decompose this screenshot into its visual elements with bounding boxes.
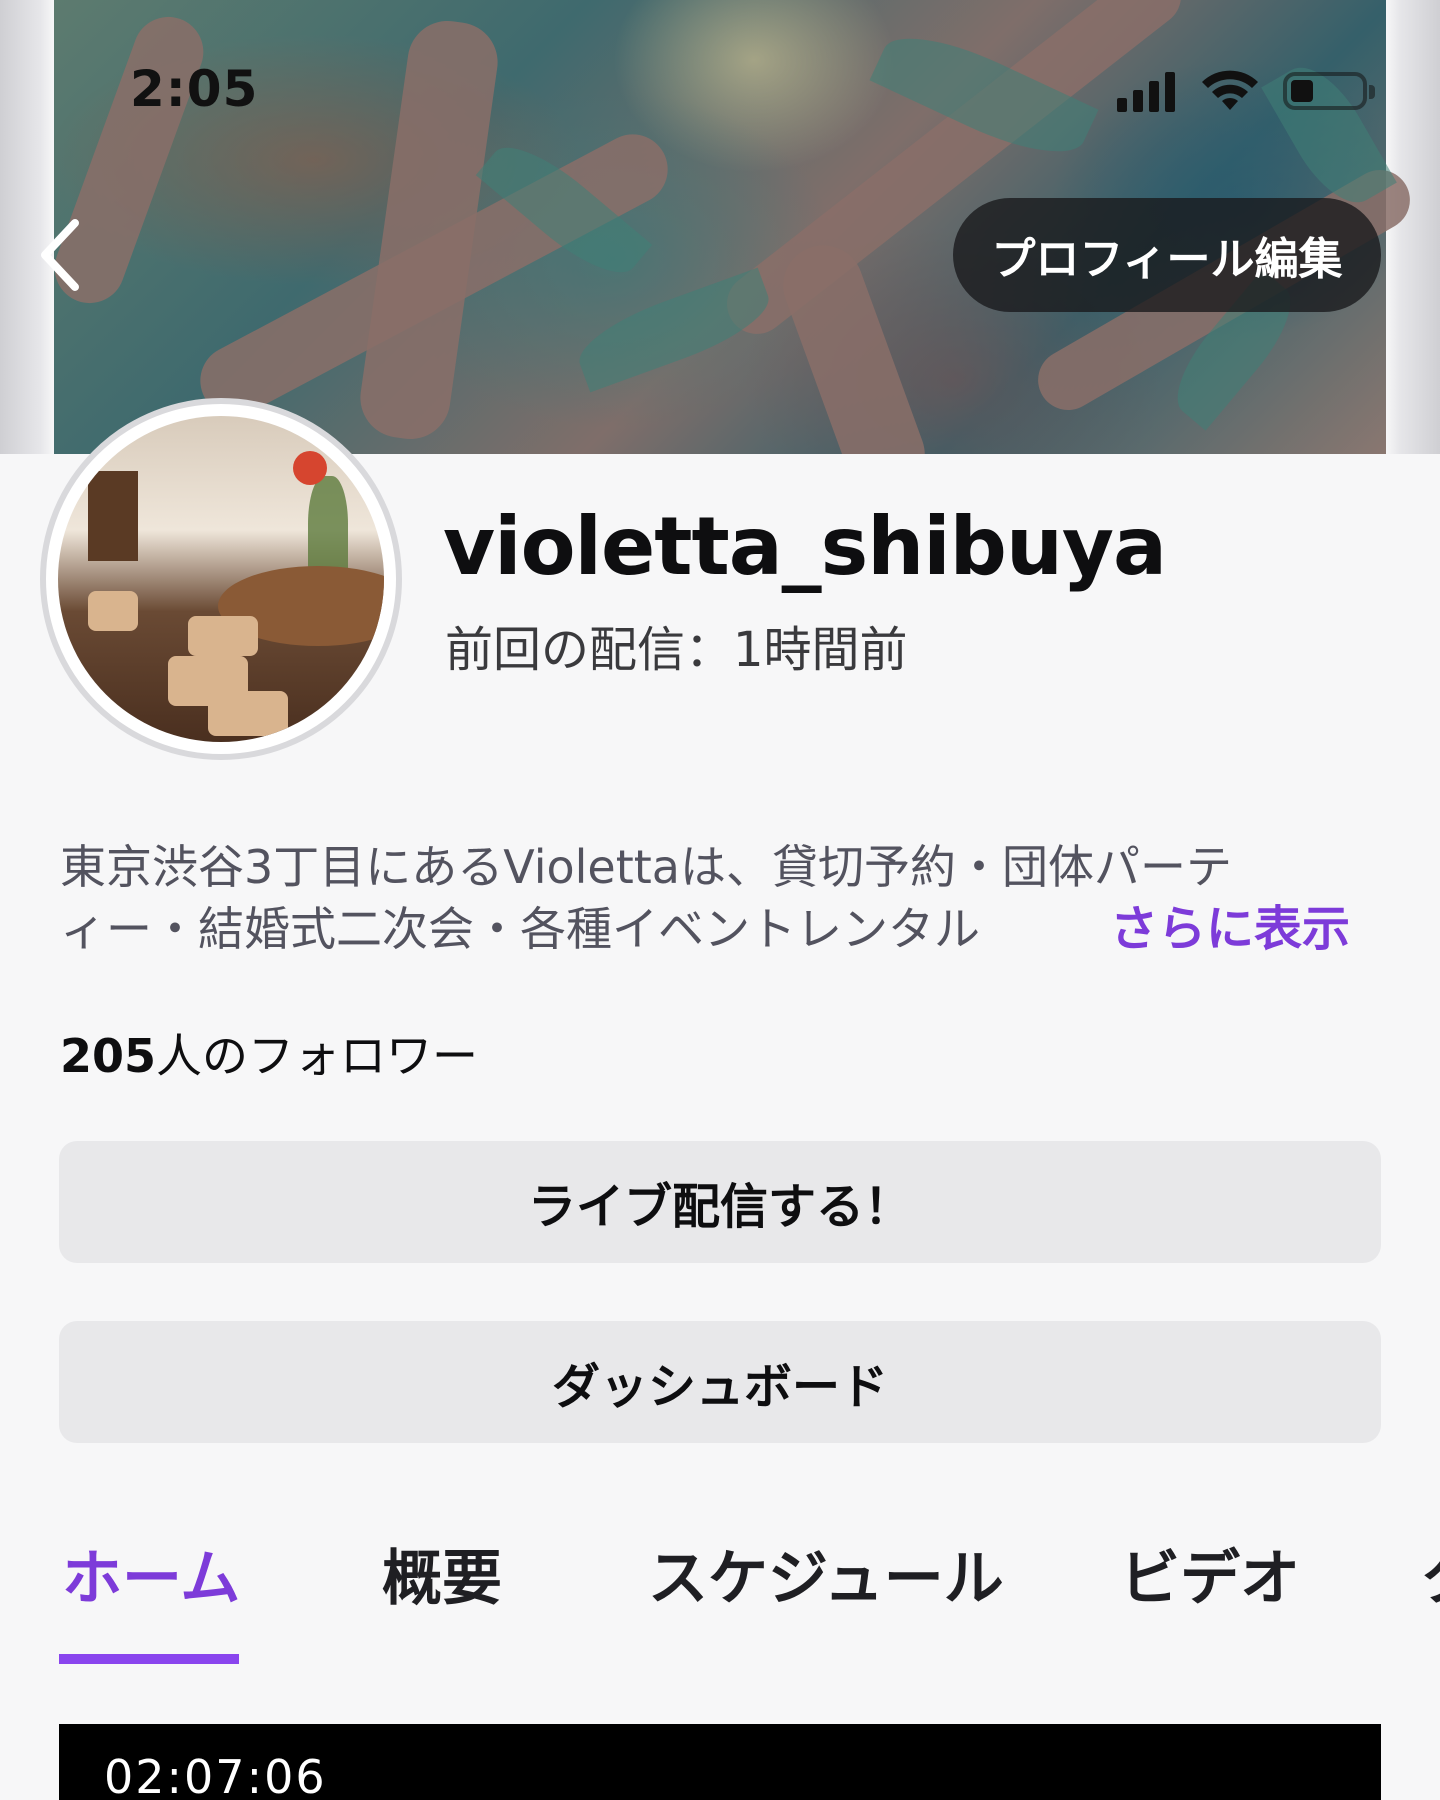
chevron-left-icon <box>41 219 79 291</box>
tab-home[interactable]: ホーム <box>62 1530 240 1617</box>
followers-count[interactable]: 205人のフォロワー <box>60 1020 478 1086</box>
status-bar-time: 2:05 <box>130 60 259 118</box>
battery-icon <box>1283 72 1375 110</box>
channel-bio: 東京渋谷3丁目にあるViolettaは、貸切予約・団体パーテ ィー・結婚式二次会… <box>60 836 1390 960</box>
bio-line: ィー・結婚式二次会・各種イベントレンタル <box>60 902 980 956</box>
back-button[interactable] <box>30 215 90 295</box>
cellular-signal-icon <box>1117 70 1181 112</box>
channel-username: violetta_shibuya <box>443 500 1167 593</box>
show-more-link[interactable]: さらに表示 <box>1110 898 1350 960</box>
go-live-button[interactable]: ライブ配信する！ <box>59 1141 1381 1263</box>
tab-videos[interactable]: ビデオ <box>1120 1530 1300 1617</box>
active-tab-indicator <box>59 1654 239 1664</box>
video-thumbnail[interactable]: 02:07:06 <box>59 1724 1381 1800</box>
profile-tabs: ホーム 概要 スケジュール ビデオ ク <box>0 1520 1440 1670</box>
wifi-icon <box>1202 70 1258 110</box>
bio-line: 東京渋谷3丁目にあるViolettaは、貸切予約・団体パーテ <box>60 840 1232 894</box>
tab-clips[interactable]: ク <box>1420 1530 1440 1617</box>
dashboard-button[interactable]: ダッシュボード <box>59 1321 1381 1443</box>
avatar[interactable] <box>40 398 402 760</box>
followers-label: 人のフォロワー <box>156 1029 479 1083</box>
tab-schedule[interactable]: スケジュール <box>648 1530 1004 1617</box>
avatar-image <box>58 416 384 742</box>
edit-profile-button[interactable]: プロフィール編集 <box>953 198 1381 312</box>
followers-number: 205 <box>60 1029 157 1083</box>
profile-banner: 2:05 プロフィール編集 <box>0 0 1440 454</box>
video-timestamp: 02:07:06 <box>104 1750 327 1800</box>
last-stream-info: 前回の配信：1時間前 <box>445 622 908 678</box>
tab-about[interactable]: 概要 <box>382 1530 502 1617</box>
